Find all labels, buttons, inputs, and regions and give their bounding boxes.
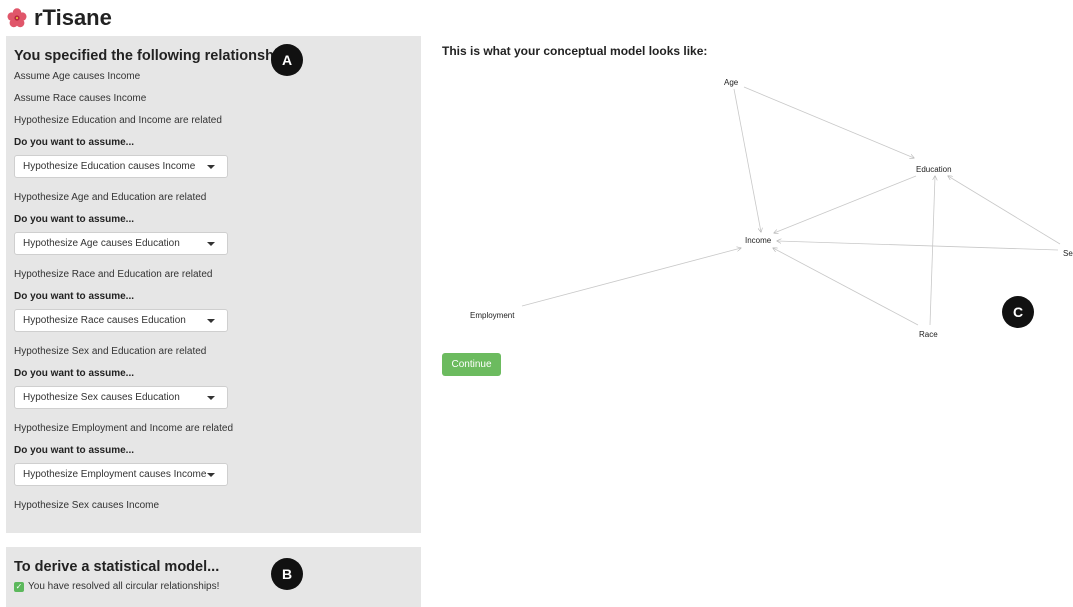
statistical-model-panel: To derive a statistical model... ✓ You h… — [6, 547, 421, 607]
annotation-badge-b: B — [271, 558, 303, 590]
caret-down-icon — [207, 319, 215, 323]
hypothesis-text: Hypothesize Age and Education are relate… — [14, 192, 207, 203]
relationships-heading: You specified the following relationship… — [14, 48, 300, 64]
node-sex: Sex — [1063, 249, 1073, 258]
assume-prompt: Do you want to assume... — [14, 137, 135, 148]
node-education: Education — [916, 165, 952, 174]
assume-prompt: Do you want to assume... — [14, 368, 135, 379]
assume-line: Assume Age causes Income — [14, 71, 141, 82]
edge-age-income — [733, 88, 761, 232]
edge-employment-income — [521, 248, 741, 307]
assume-prompt: Do you want to assume... — [14, 214, 135, 225]
caret-down-icon — [207, 473, 215, 477]
select-value: Hypothesize Race causes Education — [23, 315, 186, 326]
hibiscus-logo-icon — [7, 8, 27, 28]
caret-down-icon — [207, 165, 215, 169]
edge-sex-income — [777, 241, 1059, 251]
edge-race-education — [929, 176, 935, 326]
hypothesis-text: Hypothesize Sex and Education are relate… — [14, 346, 207, 357]
check-icon: ✓ — [14, 581, 24, 592]
node-income: Income — [745, 236, 772, 245]
edge-age-education — [743, 86, 914, 158]
edge-sex-education — [948, 176, 1061, 245]
select-value: Hypothesize Employment causes Income — [23, 469, 207, 480]
app-header: rTisane — [6, 4, 112, 32]
statistical-heading: To derive a statistical model... — [14, 559, 220, 575]
hypothesis-text: Hypothesize Employment and Income are re… — [14, 423, 234, 434]
employment-income-select[interactable]: Hypothesize Employment causes Income — [14, 463, 228, 486]
select-value: Hypothesize Age causes Education — [23, 238, 180, 249]
model-title: This is what your conceptual model looks… — [442, 44, 708, 58]
annotation-badge-c: C — [1002, 296, 1034, 328]
age-education-select[interactable]: Hypothesize Age causes Education — [14, 232, 228, 255]
education-income-select[interactable]: Hypothesize Education causes Income — [14, 155, 228, 178]
continue-button[interactable]: Continue — [442, 353, 501, 376]
select-value: Hypothesize Education causes Income — [23, 161, 196, 172]
edge-education-income — [774, 175, 917, 233]
caret-down-icon — [207, 396, 215, 400]
status-text: You have resolved all circular relations… — [28, 581, 220, 592]
conceptual-model-graph: Age Education Income Sex Employment Race — [470, 78, 1073, 339]
sex-education-select[interactable]: Hypothesize Sex causes Education — [14, 386, 228, 409]
hypothesis-text: Hypothesize Education and Income are rel… — [14, 115, 222, 126]
assume-prompt: Do you want to assume... — [14, 445, 135, 456]
assume-prompt: Do you want to assume... — [14, 291, 135, 302]
hypothesis-text: Hypothesize Sex causes Income — [14, 500, 160, 511]
edge-race-income — [773, 248, 919, 326]
assume-line: Assume Race causes Income — [14, 93, 147, 104]
race-education-select[interactable]: Hypothesize Race causes Education — [14, 309, 228, 332]
select-value: Hypothesize Sex causes Education — [23, 392, 180, 403]
app-title: rTisane — [34, 5, 112, 30]
node-race: Race — [919, 330, 938, 339]
annotation-badge-a: A — [271, 44, 303, 76]
hypothesis-text: Hypothesize Race and Education are relat… — [14, 269, 213, 280]
node-employment: Employment — [470, 311, 515, 320]
node-age: Age — [724, 78, 739, 87]
status-line: ✓ You have resolved all circular relatio… — [14, 581, 415, 592]
relationships-panel: You specified the following relationship… — [6, 36, 421, 533]
caret-down-icon — [207, 242, 215, 246]
